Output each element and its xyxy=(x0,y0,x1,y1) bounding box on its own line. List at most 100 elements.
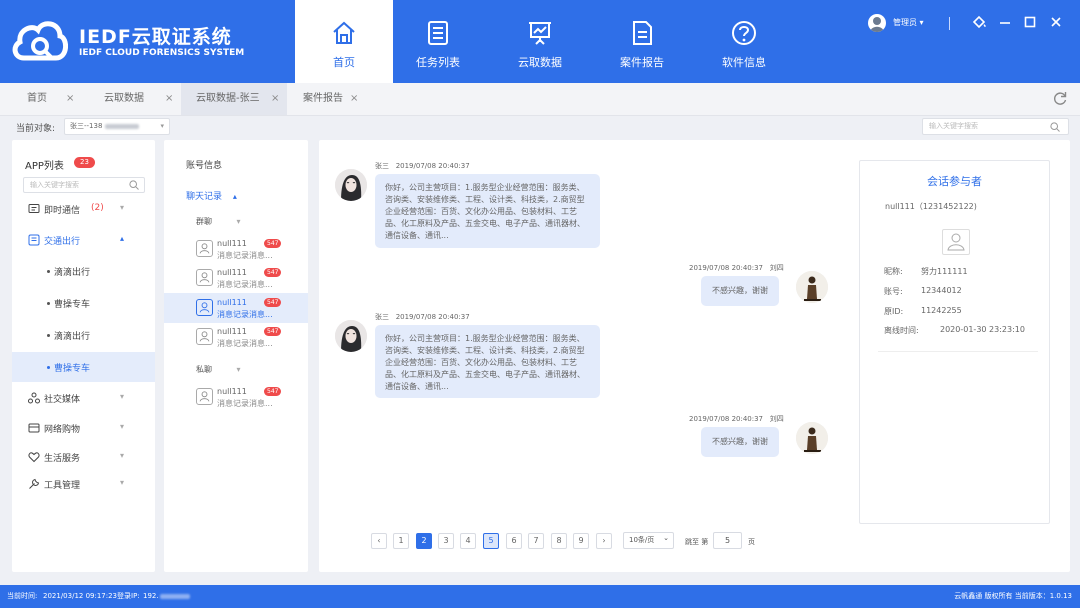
target-label: 当前对象: xyxy=(16,124,56,134)
user-menu[interactable]: 管理员 ▾ xyxy=(893,17,924,28)
page-button[interactable]: 6 xyxy=(506,533,522,549)
nav-home[interactable]: 首页 xyxy=(295,0,393,83)
contact-avatar-icon xyxy=(196,240,213,257)
presentation-chart-icon xyxy=(529,22,551,45)
app-search-input[interactable]: 输入关键字搜索 xyxy=(23,177,145,193)
chat-records-toggle[interactable]: 聊天记录 ▴ xyxy=(186,189,237,202)
chevron-down-icon: ▾ xyxy=(120,203,125,212)
app-item-caocao[interactable]: 曹操专车 xyxy=(12,288,155,318)
group-chat-toggle[interactable]: 群聊 ▾ xyxy=(196,216,241,227)
task-list-icon xyxy=(428,21,448,45)
user-avatar[interactable] xyxy=(868,14,886,32)
app-category-life[interactable]: 生活服务 ▾ xyxy=(12,442,155,472)
nav-cloud-data[interactable]: 云取数据 xyxy=(491,0,589,83)
close-icon[interactable]: × xyxy=(271,83,279,115)
page-button[interactable]: 8 xyxy=(551,533,567,549)
chevron-down-icon: ▾ xyxy=(160,122,164,130)
close-icon[interactable] xyxy=(1048,14,1064,30)
account-info-link[interactable]: 账号信息 xyxy=(186,158,222,171)
search-icon[interactable] xyxy=(1050,122,1060,132)
contact-name: null111 xyxy=(217,387,247,396)
app-count-badge: 23 xyxy=(74,157,95,168)
private-chat-toggle[interactable]: 私聊 ▾ xyxy=(196,364,241,375)
unread-badge: 547 xyxy=(264,387,282,396)
chevron-down-icon: ▾ xyxy=(120,451,125,460)
contact-item-selected[interactable]: null111 消息记录消息... 547 xyxy=(164,293,308,323)
message-time: 2019/07/08 20:40:37 xyxy=(689,415,764,423)
jump-page-input[interactable]: 5 xyxy=(713,532,742,549)
field-label: 离线时间: xyxy=(884,326,919,335)
search-icon[interactable] xyxy=(129,180,139,190)
minimize-icon[interactable] xyxy=(997,14,1013,30)
participant-title: 会话参与者 xyxy=(927,175,982,188)
contact-item[interactable]: null111 消息记录消息... 547 xyxy=(164,263,308,293)
bullet-icon xyxy=(47,334,50,337)
page-button[interactable]: 1 xyxy=(393,533,409,549)
refresh-icon[interactable] xyxy=(1052,90,1068,106)
app-item-label: 曹操专车 xyxy=(54,364,91,374)
tab-cloud-data[interactable]: 云取数据 × xyxy=(93,83,176,115)
receiver-avatar xyxy=(796,422,828,454)
close-icon[interactable]: × xyxy=(165,83,173,115)
nav-software-info[interactable]: 软件信息 xyxy=(695,0,793,83)
app-category-im[interactable]: 即时通信 (2) ▾ xyxy=(12,194,155,224)
message-bubble: 你好，公司主营项目：1.服务型企业经营范围：服务类、咨询类、安装维修类、工程、设… xyxy=(375,174,600,248)
top-search-input[interactable]: 输入关键字搜索 xyxy=(922,118,1069,135)
app-item-didi[interactable]: 滴滴出行 xyxy=(12,320,155,350)
tab-home[interactable]: 首页 × xyxy=(18,83,88,115)
nav-home-label: 首页 xyxy=(333,56,355,69)
nav-task-list[interactable]: 任务列表 xyxy=(389,0,487,83)
close-icon[interactable]: × xyxy=(350,83,358,115)
account-panel xyxy=(164,140,308,572)
message-bubble: 不感兴趣，谢谢 xyxy=(701,276,779,306)
unread-badge: 547 xyxy=(264,327,282,336)
app-item-didi[interactable]: 滴滴出行 xyxy=(12,256,155,286)
page-size-value: 10条/页 xyxy=(629,536,655,544)
tab-case-report[interactable]: 案件报告 × xyxy=(292,83,372,115)
wrench-icon xyxy=(29,478,40,489)
page-button[interactable]: 3 xyxy=(438,533,454,549)
skin-icon[interactable] xyxy=(971,14,987,30)
close-icon[interactable]: × xyxy=(66,83,74,115)
app-title: IEDF云取证系统 xyxy=(79,26,232,48)
maximize-icon[interactable] xyxy=(1022,14,1038,30)
app-item-caocao-selected[interactable]: 曹操专车 xyxy=(12,352,155,382)
page-button[interactable]: 9 xyxy=(573,533,589,549)
app-item-label: 滴滴出行 xyxy=(54,268,91,278)
redacted-text xyxy=(160,594,190,599)
contact-avatar-icon xyxy=(196,269,213,286)
heart-icon xyxy=(28,452,40,463)
help-icon xyxy=(732,21,756,45)
nav-case-report[interactable]: 案件报告 xyxy=(593,0,691,83)
chevron-down-icon: ▾ xyxy=(236,365,241,374)
page-button[interactable]: 7 xyxy=(528,533,544,549)
contact-name: null111 xyxy=(217,327,247,336)
chat-records-label: 聊天记录 xyxy=(186,192,223,202)
prev-page-button[interactable]: ‹ xyxy=(371,533,387,549)
page-button[interactable]: 4 xyxy=(460,533,476,549)
contact-item[interactable]: null111 消息记录消息... 547 xyxy=(164,382,308,412)
target-value: 张三--138 xyxy=(70,122,103,130)
contact-item[interactable]: null111 消息记录消息... 547 xyxy=(164,234,308,264)
app-item-label: 滴滴出行 xyxy=(54,332,91,342)
private-chat-label: 私聊 xyxy=(196,365,212,374)
app-category-transport[interactable]: 交通出行 ▴ xyxy=(12,225,155,255)
contact-name: null111 xyxy=(217,239,247,248)
tab-cloud-data-zhangsan[interactable]: 云取数据-张三 × xyxy=(181,83,287,115)
contact-preview: 消息记录消息... xyxy=(217,310,273,319)
page-size-select[interactable]: 10条/页 ⌄ xyxy=(623,532,674,549)
app-category-shopping[interactable]: 网络购物 ▾ xyxy=(12,413,155,443)
target-select[interactable]: 张三--138 ▾ xyxy=(64,118,170,135)
next-page-button[interactable]: › xyxy=(596,533,612,549)
status-bar: 当前时间: 2021/03/12 09:17:23 登录IP: 192. 云帆鑫… xyxy=(0,585,1080,608)
contact-item[interactable]: null111 消息记录消息... 547 xyxy=(164,322,308,352)
contact-avatar-icon xyxy=(196,328,213,345)
app-category-tools[interactable]: 工具管理 ▾ xyxy=(12,469,155,499)
page-button-current[interactable]: 2 xyxy=(416,533,432,549)
contact-avatar-icon xyxy=(196,299,213,316)
bullet-icon xyxy=(47,302,50,305)
field-value: 2020-01-30 23:23:10 xyxy=(940,325,1025,334)
chevron-down-icon: ▾ xyxy=(236,217,241,226)
page-button-highlighted[interactable]: 5 xyxy=(483,533,499,549)
app-category-social[interactable]: 社交媒体 ▾ xyxy=(12,383,155,413)
